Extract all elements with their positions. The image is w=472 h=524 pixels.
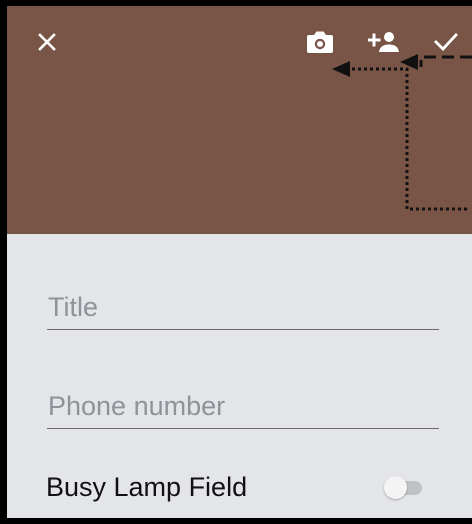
add-person-button[interactable] [363,22,405,62]
toggle-thumb [384,476,407,499]
close-icon [38,33,56,51]
phone-number-field[interactable]: Phone number [47,380,439,429]
camera-button[interactable] [299,22,341,62]
close-button[interactable] [26,22,68,62]
contact-edit-screen: Title Phone number Busy Lamp Field [0,0,472,524]
busy-lamp-field-toggle[interactable] [384,476,426,499]
dotted-arrow-head [332,61,350,77]
save-button[interactable] [425,22,467,62]
busy-lamp-field-row: Busy Lamp Field [46,468,441,506]
add-person-icon [368,32,399,52]
phone-number-placeholder: Phone number [48,391,226,421]
busy-lamp-field-label: Busy Lamp Field [46,472,248,502]
dotted-callout-line [344,67,467,211]
camera-icon [307,31,333,53]
contact-header [7,6,472,234]
check-icon [434,33,458,52]
title-placeholder: Title [48,292,99,322]
title-field[interactable]: Title [47,281,439,330]
